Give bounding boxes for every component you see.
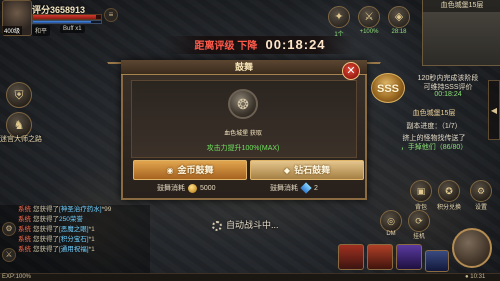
chat-line: 系统 您获得了[恶魔之眼]*1 [18,225,150,235]
mp-bar [32,20,102,24]
hp-fill [33,15,96,19]
hero-path-label: 迷宫大师之路 [0,136,42,143]
shield-icon[interactable]: ⛨ [6,82,32,108]
diamond-inspire-button[interactable]: ◆ 钻石鼓舞 [250,160,364,180]
quest-time: 00:18:24 [434,91,462,98]
buff-tag[interactable]: Buff x1 [60,25,85,33]
points-exchange-label: 积分兑换 [436,205,461,211]
gem-icon [300,182,312,194]
menu-icon[interactable]: ≡ [104,8,118,22]
sword-icon[interactable]: ⚔ [358,6,380,28]
settings-icon[interactable]: ⚙ [470,180,492,202]
quest-title[interactable]: 血色城堡15层 [396,108,472,118]
chat-tag: 系统 [18,246,31,253]
auto-battle-text: 自动战斗中... [226,220,279,230]
points-exchange-icon[interactable]: ✪ [438,180,460,202]
exp-bar [0,273,500,281]
gold-cost-row: 鼓舞消耗 5000 [157,183,216,193]
chat-text: 您获得了 [33,236,59,243]
chat-item[interactable]: [恶魔之眼] [59,226,89,233]
auto-hunt-icon[interactable]: ⟳ [408,210,430,232]
chat-extra: *99 [101,206,112,213]
dialog-title: 鼓舞 [121,60,367,75]
diamond-icon: ◆ [283,166,291,175]
main-attack-button[interactable] [452,228,492,268]
chat-line: 系统 您获得了[神圣治疗药水]*99 [18,205,150,215]
chat-line: 系统 您获得了250荣誉 [18,215,150,225]
dm-icon[interactable]: ◎ [380,210,402,232]
timer-label: 距离评级 下降 [194,41,258,52]
skill-slot-2[interactable] [367,244,393,270]
coin-icon [188,183,197,193]
skill-slot-1[interactable] [338,244,364,270]
battle-icon[interactable]: ⚔ [2,248,16,262]
dm-label: DM [386,231,396,237]
timer-value: 00:18:24 [265,37,326,52]
skill-slot-4[interactable] [425,250,449,272]
diamond-cost-value: 2 [314,185,318,192]
minimap-title: 血色城堡15层 [423,0,500,12]
gold-inspire-label: 金币鼓舞 [177,165,214,175]
collapse-arrow-icon[interactable]: ◀ [488,80,500,140]
mp-fill [33,21,92,23]
sss-rating-badge: SSS [371,73,405,103]
chat-item[interactable]: [神圣治疗药水] [59,206,102,213]
close-button[interactable]: ✕ [342,62,360,80]
chat-tag: 系统 [18,226,31,233]
player-level: 400级 [2,26,23,35]
diamond-cost-row: 鼓舞消耗 2 [270,182,318,194]
auto-battle-status[interactable]: 自动战斗中... [212,218,279,231]
castle-emblem-icon: ❂ [228,89,258,119]
sword-icon-label: +100% [359,29,379,35]
exp-text: EXP:100% [2,274,32,280]
wing-icon-label: 1个 [334,32,344,38]
skill-slot-3[interactable] [396,244,422,270]
gold-coin-icon: ◉ [166,166,174,175]
settings-label: 设置 [474,205,487,211]
diamond-cost-label: 鼓舞消耗 [270,185,298,192]
chat-item[interactable]: [通用祝福] [59,246,89,253]
chat-tag: 系统 [18,216,31,223]
chat-tag: 系统 [18,206,31,213]
wing-icon[interactable]: ✦ [328,6,350,28]
chat-item[interactable]: [积分宝石] [59,236,89,243]
clock-text: ● 10:31 [465,274,486,280]
diamond-inspire-label: 钻石鼓舞 [294,165,331,175]
quest-desc-2: ，手掉他们（86/80） [400,144,468,151]
chat-text: 您获得了 [33,216,59,223]
chat-extra: *1 [88,226,95,233]
attack-bonus-text: 攻击力提升100%(MAX) [206,145,280,152]
auto-battle-icon [212,220,222,231]
gold-cost-label: 鼓舞消耗 [157,185,185,192]
chat-text: 您获得了 [33,226,59,233]
chat-panel[interactable]: 系统 您获得了[神圣治疗药水]*99 系统 您获得了250荣誉 系统 您获得了[恶魔之… [0,205,150,273]
emblem-caption: 血色城堡 获取 [224,131,262,137]
chat-text: 您获得了 [33,206,59,213]
shop-icon-label: 28:18 [391,29,407,35]
chat-tag: 系统 [18,236,31,243]
bag-icon[interactable]: ▣ [410,180,432,202]
quest-progress: 副本进度：（1/7） [406,123,462,130]
chat-text: 您获得了 [33,246,59,253]
gold-cost-value: 5000 [200,185,216,192]
minimap[interactable]: 血色城堡15层 [422,0,500,66]
chat-line: 系统 您获得了[积分宝石]*1 [18,235,150,245]
gold-inspire-button[interactable]: ◉ 金币鼓舞 [133,160,247,180]
rating-timer-banner: 距离评级 下降 00:18:24 [165,36,355,54]
pk-mode-tag[interactable]: 和平 [32,25,51,36]
chat-extra: *1 [88,246,95,253]
chat-extra: *1 [88,236,95,243]
shop-icon[interactable]: ◈ [388,6,410,28]
chat-item[interactable]: 250荣誉 [59,216,83,223]
chat-settings-icon[interactable]: ⚙ [2,222,16,236]
auto-hunt-label: 挂机 [412,234,425,240]
chat-line: 系统 您获得了[通用祝福]*1 [18,245,150,255]
